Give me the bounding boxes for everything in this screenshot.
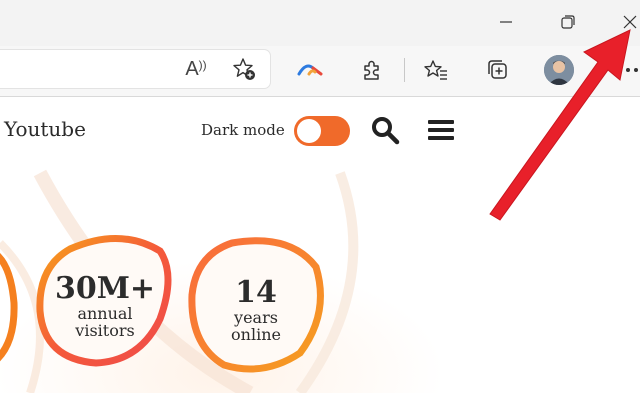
add-favorite-button[interactable]: [228, 53, 260, 85]
stat-visitors: 30M+ annual visitors: [50, 271, 160, 340]
stat-label-line2: online: [231, 325, 281, 344]
collections-icon: [488, 60, 507, 79]
minimize-icon: [500, 21, 512, 23]
site-header: Youtube Dark mode: [0, 97, 474, 164]
profile-avatar[interactable]: [544, 55, 574, 85]
search-icon: [372, 117, 400, 145]
profile-photo: [544, 55, 574, 85]
minimize-button[interactable]: [482, 0, 530, 44]
close-button[interactable]: [606, 0, 640, 44]
add-favorite-icon: [233, 58, 255, 80]
toolbar-separator: [404, 58, 405, 82]
stat-years: 14 years online: [206, 275, 306, 344]
stat-label-line2: visitors: [75, 321, 135, 340]
search-button[interactable]: [368, 113, 402, 147]
read-aloud-icon: A)): [185, 57, 207, 80]
favorites-button[interactable]: [420, 54, 452, 86]
address-bar[interactable]: A)): [0, 50, 270, 88]
web-page: Youtube Dark mode 30M+ annual visitors 1…: [0, 97, 640, 393]
toggle-knob: [297, 119, 321, 143]
stat-number: 14: [235, 275, 277, 310]
stat-number: 30M+: [54, 271, 156, 306]
menu-button[interactable]: [424, 113, 458, 147]
read-aloud-glyph: A: [185, 57, 199, 80]
dark-mode-label: Dark mode: [201, 121, 285, 139]
more-button[interactable]: [612, 54, 640, 86]
copilot-icon: [297, 64, 323, 76]
more-icon: [618, 68, 638, 72]
close-icon: [623, 15, 637, 29]
copilot-button[interactable]: [294, 54, 326, 86]
browser-toolbar: A)): [0, 46, 640, 97]
hero-section: 30M+ annual visitors 14 years online: [0, 163, 474, 393]
stat-label-line1: annual: [77, 304, 133, 323]
extensions-button[interactable]: [356, 54, 388, 86]
restore-icon: [561, 15, 575, 29]
collections-button[interactable]: [482, 54, 514, 86]
favorites-icon: [424, 60, 447, 80]
dark-mode-toggle[interactable]: [294, 116, 350, 146]
site-title[interactable]: Youtube: [4, 117, 86, 141]
browser-title-bar: [0, 0, 640, 46]
read-aloud-button[interactable]: A)): [180, 53, 212, 85]
restore-button[interactable]: [544, 0, 592, 44]
hamburger-icon: [428, 120, 454, 140]
stat-label-line1: years: [234, 308, 278, 327]
extensions-icon: [364, 60, 379, 80]
